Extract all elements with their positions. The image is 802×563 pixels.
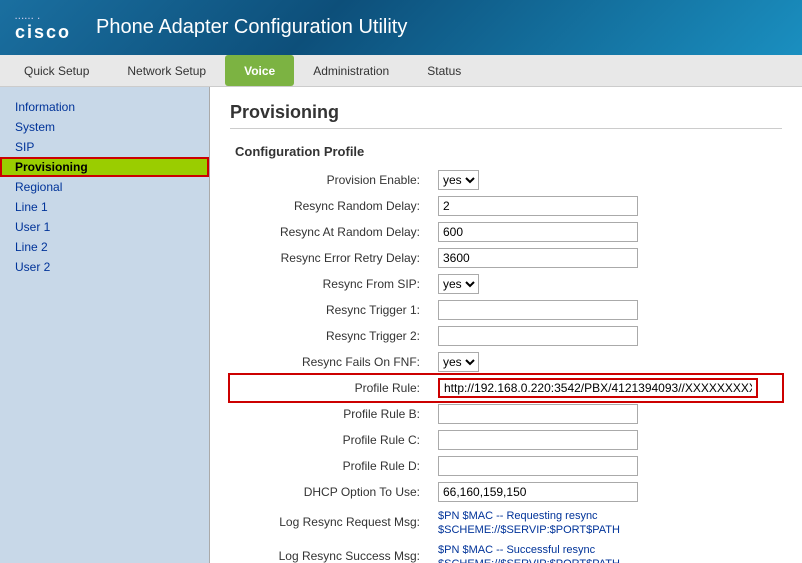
log-value: $PN $MAC -- Successful resync $SCHEME://…: [438, 544, 620, 563]
section-title: Configuration Profile: [235, 144, 782, 159]
form-row: Resync Error Retry Delay:: [230, 245, 782, 271]
field-input[interactable]: [438, 482, 638, 502]
field-input[interactable]: [438, 404, 638, 424]
field-label: Resync At Random Delay:: [230, 219, 430, 245]
form-row: Profile Rule C:: [230, 427, 782, 453]
form-row: Resync Fails On FNF: yesno: [230, 349, 782, 375]
cisco-wordmark: cisco: [15, 22, 71, 44]
field-input[interactable]: [438, 248, 638, 268]
field-input[interactable]: [438, 326, 638, 346]
nav-voice[interactable]: Voice: [225, 55, 294, 86]
form-row: Resync Random Delay:: [230, 193, 782, 219]
form-row: DHCP Option To Use:: [230, 479, 782, 505]
field-value[interactable]: yesno: [430, 167, 782, 193]
sidebar-item-provisioning[interactable]: Provisioning: [0, 157, 209, 177]
config-form: Provision Enable: yesno Resync Random Dela…: [230, 167, 782, 563]
nav-network-setup[interactable]: Network Setup: [108, 55, 225, 86]
field-label: Profile Rule:: [230, 375, 430, 401]
field-label: Provision Enable:: [230, 167, 430, 193]
field-value[interactable]: [430, 453, 782, 479]
field-label: Resync Random Delay:: [230, 193, 430, 219]
form-row: Resync Trigger 2:: [230, 323, 782, 349]
field-value[interactable]: yesno: [430, 349, 782, 375]
field-value[interactable]: [430, 245, 782, 271]
field-value[interactable]: $PN $MAC -- Successful resync $SCHEME://…: [430, 539, 782, 563]
field-input[interactable]: [438, 378, 758, 398]
sidebar-item-system[interactable]: System: [0, 117, 209, 137]
form-row: Profile Rule:: [230, 375, 782, 401]
field-select[interactable]: yesno: [438, 352, 479, 372]
field-label: Resync Trigger 1:: [230, 297, 430, 323]
field-value[interactable]: [430, 427, 782, 453]
sidebar-item-user1[interactable]: User 1: [0, 217, 209, 237]
field-label: Resync Trigger 2:: [230, 323, 430, 349]
nav-quick-setup[interactable]: Quick Setup: [5, 55, 108, 86]
field-input[interactable]: [438, 430, 638, 450]
field-input[interactable]: [438, 222, 638, 242]
field-label: Profile Rule B:: [230, 401, 430, 427]
nav-status[interactable]: Status: [408, 55, 480, 86]
field-input[interactable]: [438, 456, 638, 476]
sidebar-item-line2[interactable]: Line 2: [0, 237, 209, 257]
form-row: Resync Trigger 1:: [230, 297, 782, 323]
field-value[interactable]: $PN $MAC -- Requesting resync $SCHEME://…: [430, 505, 782, 539]
field-label: DHCP Option To Use:: [230, 479, 430, 505]
main-layout: Information System SIP Provisioning Regi…: [0, 87, 802, 563]
form-row: Resync From SIP: yesno: [230, 271, 782, 297]
field-label: Resync Error Retry Delay:: [230, 245, 430, 271]
field-value[interactable]: yesno: [430, 271, 782, 297]
nav-administration[interactable]: Administration: [294, 55, 408, 86]
field-label: Profile Rule D:: [230, 453, 430, 479]
field-select[interactable]: yesno: [438, 274, 479, 294]
cisco-dots: ...... .: [15, 12, 71, 22]
sidebar-item-line1[interactable]: Line 1: [0, 197, 209, 217]
content-area: Provisioning Configuration Profile Provi…: [210, 87, 802, 563]
sidebar-item-user2[interactable]: User 2: [0, 257, 209, 277]
form-row: Resync At Random Delay:: [230, 219, 782, 245]
field-value[interactable]: [430, 219, 782, 245]
form-row: Provision Enable: yesno: [230, 167, 782, 193]
field-label: Resync From SIP:: [230, 271, 430, 297]
field-value[interactable]: [430, 375, 782, 401]
field-value[interactable]: [430, 323, 782, 349]
field-label: Log Resync Success Msg:: [230, 539, 430, 563]
field-value[interactable]: [430, 479, 782, 505]
field-value[interactable]: [430, 401, 782, 427]
field-input[interactable]: [438, 196, 638, 216]
field-label: Resync Fails On FNF:: [230, 349, 430, 375]
cisco-logo: ...... . cisco: [15, 12, 71, 43]
form-row: Profile Rule B:: [230, 401, 782, 427]
field-value[interactable]: [430, 193, 782, 219]
field-select[interactable]: yesno: [438, 170, 479, 190]
log-value: $PN $MAC -- Requesting resync $SCHEME://…: [438, 510, 620, 536]
field-label: Profile Rule C:: [230, 427, 430, 453]
form-row: Log Resync Success Msg: $PN $MAC -- Succe…: [230, 539, 782, 563]
app-title: Phone Adapter Configuration Utility: [96, 16, 407, 39]
field-label: Log Resync Request Msg:: [230, 505, 430, 539]
sidebar: Information System SIP Provisioning Regi…: [0, 87, 210, 563]
page-title: Provisioning: [230, 102, 782, 129]
navbar: Quick Setup Network Setup Voice Administ…: [0, 55, 802, 87]
form-row: Log Resync Request Msg: $PN $MAC -- Reque…: [230, 505, 782, 539]
sidebar-item-sip[interactable]: SIP: [0, 137, 209, 157]
form-row: Profile Rule D:: [230, 453, 782, 479]
header: ...... . cisco Phone Adapter Configurati…: [0, 0, 802, 55]
field-value[interactable]: [430, 297, 782, 323]
sidebar-item-information[interactable]: Information: [0, 97, 209, 117]
sidebar-item-regional[interactable]: Regional: [0, 177, 209, 197]
field-input[interactable]: [438, 300, 638, 320]
